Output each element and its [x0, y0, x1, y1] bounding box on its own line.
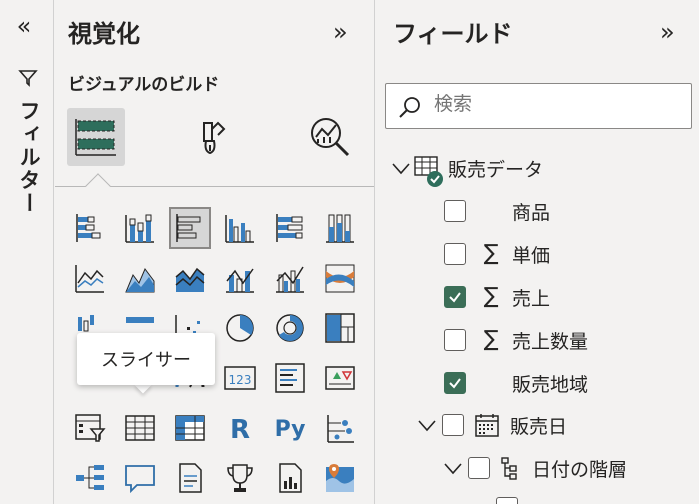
analytics-magnifier-icon	[311, 118, 350, 157]
line-and-clustered-column-icon[interactable]	[269, 257, 311, 299]
sigma-icon: ∑	[483, 327, 499, 352]
line-and-stacked-column-icon[interactable]	[219, 257, 261, 299]
azure-map-icon[interactable]	[319, 457, 361, 499]
card-icon[interactable]: 123	[219, 357, 261, 399]
field-checkbox[interactable]	[496, 497, 518, 504]
treemap-icon[interactable]	[319, 307, 361, 349]
field-checkbox[interactable]	[444, 243, 466, 265]
field-label: 販売地域	[512, 373, 589, 396]
svg-text:Py: Py	[275, 417, 306, 442]
search-icon	[399, 97, 420, 118]
visualizations-title: 視覚化	[68, 20, 140, 48]
date-field-label: 販売日	[510, 415, 568, 438]
paginated-report-icon[interactable]	[269, 457, 311, 499]
date-field-node[interactable]: 販売日	[416, 407, 567, 443]
fields-search-box[interactable]	[385, 83, 692, 129]
slicer-tooltip: スライサー	[77, 333, 215, 385]
fields-pane: フィールド » 検索 販売データ 商品 ∑ 単価 ∑ 売上 ∑ 売上数量 販売地…	[376, 0, 699, 504]
slicer-icon[interactable]	[69, 407, 111, 449]
filters-pane: « フィルター	[0, 0, 54, 504]
field-label: 売上数量	[512, 330, 589, 353]
hierarchy-icon	[501, 457, 517, 480]
field-checkbox[interactable]	[444, 329, 466, 351]
field-checkbox-checked[interactable]	[444, 372, 466, 394]
format-visual-button[interactable]	[187, 108, 245, 166]
svg-text:R: R	[230, 415, 250, 445]
build-visual-button[interactable]	[67, 108, 125, 166]
multi-row-card-icon[interactable]	[269, 357, 311, 399]
donut-chart-icon[interactable]	[269, 307, 311, 349]
build-visual-label: ビジュアルのビルド	[68, 75, 220, 95]
kpi-icon[interactable]	[319, 357, 361, 399]
stacked-bar-chart-icon[interactable]	[69, 207, 111, 249]
checkmark-icon	[449, 378, 461, 389]
chevron-down-icon[interactable]	[416, 414, 438, 436]
field-checkbox[interactable]	[444, 200, 466, 222]
r-script-visual-icon[interactable]: R	[219, 407, 261, 449]
clustered-column-chart-icon[interactable]	[219, 207, 261, 249]
field-label: 商品	[512, 201, 551, 224]
analytics-button[interactable]	[301, 108, 359, 166]
hierarchy-level-row[interactable]	[496, 490, 518, 504]
calendar-icon	[475, 414, 499, 437]
date-hierarchy-label: 日付の階層	[532, 458, 628, 481]
check-circle-icon	[427, 171, 443, 187]
filter-icon	[18, 70, 38, 87]
qa-visual-icon[interactable]	[119, 457, 161, 499]
field-item[interactable]: 販売地域	[444, 365, 588, 401]
field-item[interactable]: ∑ 単価	[444, 236, 550, 272]
table-name: 販売データ	[448, 158, 544, 181]
field-checkbox[interactable]	[442, 414, 464, 436]
svg-text:123: 123	[229, 373, 252, 387]
sigma-icon: ∑	[483, 284, 499, 309]
pie-chart-icon[interactable]	[219, 307, 261, 349]
field-item[interactable]: ∑ 売上数量	[444, 322, 588, 358]
area-chart-icon[interactable]	[119, 257, 161, 299]
stacked-area-chart-icon[interactable]	[169, 257, 211, 299]
100-percent-column-chart-icon[interactable]	[319, 207, 361, 249]
field-item[interactable]: 商品	[444, 193, 550, 229]
key-influencers-icon[interactable]	[319, 407, 361, 449]
decomposition-tree-icon[interactable]	[69, 457, 111, 499]
python-visual-icon[interactable]: Py	[269, 407, 311, 449]
pane-divider-notch	[85, 173, 111, 199]
field-label: 単価	[512, 244, 551, 267]
table-icon[interactable]	[119, 407, 161, 449]
chevron-down-icon[interactable]	[442, 457, 464, 479]
power-bi-panes: « フィルター 視覚化 » ビジュアルのビルド 123 R Py スライサー フ…	[0, 0, 699, 504]
100-percent-bar-chart-icon[interactable]	[269, 207, 311, 249]
stacked-column-chart-icon[interactable]	[119, 207, 161, 249]
field-label: 売上	[512, 287, 551, 310]
search-input[interactable]	[434, 93, 674, 115]
build-visual-icon	[75, 119, 116, 156]
table-node[interactable]: 販売データ	[390, 150, 544, 187]
ribbon-chart-icon[interactable]	[319, 257, 361, 299]
expand-fields-icon[interactable]: »	[660, 20, 675, 44]
checkmark-icon	[449, 292, 461, 303]
filters-label[interactable]: フィルター	[14, 100, 44, 215]
date-hierarchy-node[interactable]: 日付の階層	[442, 450, 627, 486]
field-checkbox-checked[interactable]	[444, 286, 466, 308]
clustered-bar-chart-icon[interactable]	[169, 207, 211, 249]
field-checkbox[interactable]	[468, 457, 490, 479]
table-icon	[414, 156, 443, 187]
paintbrush-icon	[203, 121, 226, 155]
line-chart-icon[interactable]	[69, 257, 111, 299]
visualizations-pane: 視覚化 » ビジュアルのビルド 123 R Py スライサー	[55, 0, 375, 504]
smart-narrative-icon[interactable]	[169, 457, 211, 499]
metrics-trophy-icon[interactable]	[219, 457, 261, 499]
field-item[interactable]: ∑ 売上	[444, 279, 550, 315]
chevron-down-icon[interactable]	[390, 157, 412, 179]
sigma-icon: ∑	[483, 241, 499, 266]
expand-visualizations-icon[interactable]: »	[333, 20, 348, 44]
fields-title: フィールド	[393, 20, 513, 48]
collapse-panes-icon[interactable]: «	[10, 14, 38, 40]
matrix-icon[interactable]	[169, 407, 211, 449]
